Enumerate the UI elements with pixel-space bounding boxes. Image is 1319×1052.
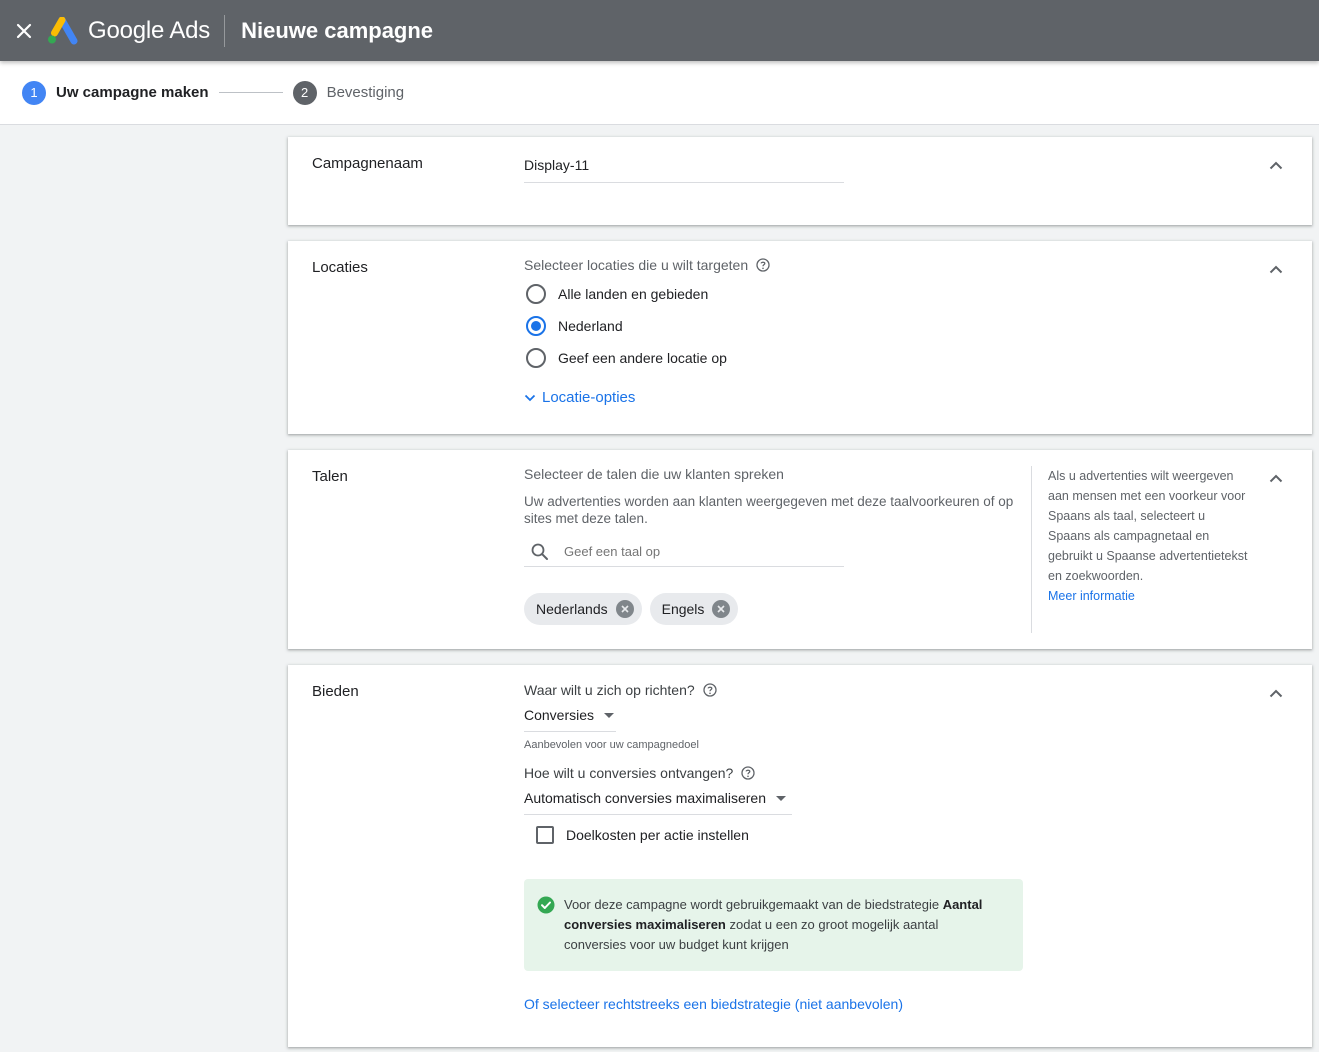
locations-prompt-text: Selecteer locaties die u wilt targeten (524, 257, 749, 273)
radio-all-countries[interactable]: Alle landen en gebieden (526, 278, 727, 310)
chevron-up-icon (1269, 689, 1283, 697)
campaign-name-input[interactable]: Display-11 (524, 157, 844, 183)
more-info-link[interactable]: Meer informatie (1048, 586, 1248, 606)
chevron-down-icon (524, 394, 536, 401)
languages-prompt: Selecteer de talen die uw klanten spreke… (524, 466, 784, 482)
radio-label: Nederland (558, 318, 623, 334)
notice-text-start: Voor deze campagne wordt gebruikgemaakt … (564, 897, 943, 912)
remove-chip-button[interactable] (615, 600, 634, 618)
radio-label: Geef een andere locatie op (558, 350, 727, 366)
top-app-bar: Google Ads Nieuwe campagne (0, 0, 1319, 61)
collapse-button[interactable] (1264, 257, 1288, 281)
card-title: Campagnenaam (312, 155, 423, 172)
dropdown-arrow-icon (604, 712, 615, 718)
google-ads-logo: Google Ads (46, 16, 211, 45)
select-bid-strategy-link[interactable]: Of selecteer rechtstreeks een biedstrate… (524, 996, 903, 1012)
focus-question: Waar wilt u zich op richten? (524, 682, 717, 698)
focus-question-text: Waar wilt u zich op richten? (524, 682, 695, 698)
languages-description: Uw advertenties worden aan klanten weerg… (524, 494, 1014, 526)
card-title: Talen (312, 468, 348, 485)
receive-question-text: Hoe wilt u conversies ontvangen? (524, 765, 734, 781)
close-icon (16, 23, 32, 38)
focus-dropdown-value: Conversies (524, 707, 595, 723)
collapse-button[interactable] (1264, 153, 1288, 177)
card-title: Bieden (312, 683, 359, 700)
chip-label: Nederlands (536, 601, 608, 617)
location-options-link[interactable]: Locatie-opties (542, 389, 635, 406)
radio-other-location[interactable]: Geef een andere locatie op (526, 342, 727, 374)
card-title: Locaties (312, 259, 368, 276)
collapse-button[interactable] (1264, 466, 1288, 490)
focus-hint: Aanbevolen voor uw campagnedoel (524, 739, 699, 751)
close-button[interactable] (0, 0, 48, 61)
language-side-note: Als u advertenties wilt weergeven aan me… (1048, 466, 1248, 606)
step-label: Bevestiging (326, 84, 405, 101)
radio-button[interactable] (526, 348, 546, 368)
radio-netherlands[interactable]: Nederland (526, 310, 727, 342)
check-circle-icon (537, 896, 555, 914)
page-title: Nieuwe campagne (241, 17, 434, 43)
chevron-up-icon (1269, 161, 1283, 169)
language-chip-list: Nederlands Engels (524, 593, 746, 625)
locations-card: Locaties Selecteer locaties die u wilt t… (288, 241, 1312, 434)
help-icon[interactable] (703, 683, 717, 697)
stepper: 1 Uw campagne maken 2 Bevestiging (0, 61, 1319, 125)
target-cpa-option[interactable]: Doelkosten per actie instellen (536, 826, 749, 844)
remove-chip-button[interactable] (712, 600, 731, 618)
brand-name: Google Ads (88, 16, 211, 44)
side-divider (1031, 466, 1032, 633)
collapse-button[interactable] (1264, 681, 1288, 705)
side-note-text: Als u advertenties wilt weergeven aan me… (1048, 469, 1248, 583)
google-ads-logo-icon (48, 16, 78, 44)
radio-label: Alle landen en gebieden (558, 286, 709, 302)
bidding-strategy-notice: Voor deze campagne wordt gebruikgemaakt … (524, 879, 1023, 971)
campaign-name-card: Campagnenaam Display-11 (288, 137, 1312, 225)
close-icon (621, 605, 629, 613)
step-confirmation[interactable]: 2 Bevestiging (292, 80, 405, 105)
step-number: 1 (22, 80, 46, 105)
receive-question: Hoe wilt u conversies ontvangen? (524, 765, 755, 781)
location-options-toggle[interactable]: Locatie-opties (524, 389, 635, 406)
bidding-card: Bieden Waar wilt u zich op richten? Conv… (288, 665, 1312, 1047)
language-search-input[interactable] (564, 544, 814, 559)
step-create-campaign[interactable]: 1 Uw campagne maken (22, 80, 209, 105)
campaign-name-value: Display-11 (524, 157, 590, 173)
chip-label: Engels (661, 601, 705, 617)
language-chip-dutch: Nederlands (524, 593, 642, 625)
radio-button[interactable] (526, 284, 546, 304)
header-divider (224, 14, 226, 47)
step-number: 2 (292, 80, 317, 105)
language-chip-english: Engels (649, 593, 739, 625)
location-radio-group: Alle landen en gebieden Nederland Geef e… (526, 278, 727, 374)
receive-dropdown-value: Automatisch conversies maximaliseren (524, 790, 766, 806)
close-icon (717, 605, 725, 613)
target-cpa-label: Doelkosten per actie instellen (566, 827, 749, 843)
languages-card: Talen Selecteer de talen die uw klanten … (288, 450, 1312, 649)
search-icon (531, 543, 548, 560)
locations-prompt: Selecteer locaties die u wilt targeten (524, 257, 770, 273)
dropdown-arrow-icon (775, 795, 786, 801)
help-icon[interactable] (756, 258, 770, 272)
radio-button-selected[interactable] (526, 316, 546, 336)
focus-dropdown[interactable]: Conversies (524, 707, 616, 732)
step-label: Uw campagne maken (56, 84, 209, 101)
step-connector (218, 92, 283, 93)
receive-dropdown[interactable]: Automatisch conversies maximaliseren (524, 790, 792, 815)
language-search-field[interactable] (524, 537, 844, 567)
chevron-up-icon (1269, 265, 1283, 273)
chevron-up-icon (1269, 474, 1283, 482)
help-icon[interactable] (741, 766, 755, 780)
target-cpa-checkbox[interactable] (536, 826, 554, 844)
